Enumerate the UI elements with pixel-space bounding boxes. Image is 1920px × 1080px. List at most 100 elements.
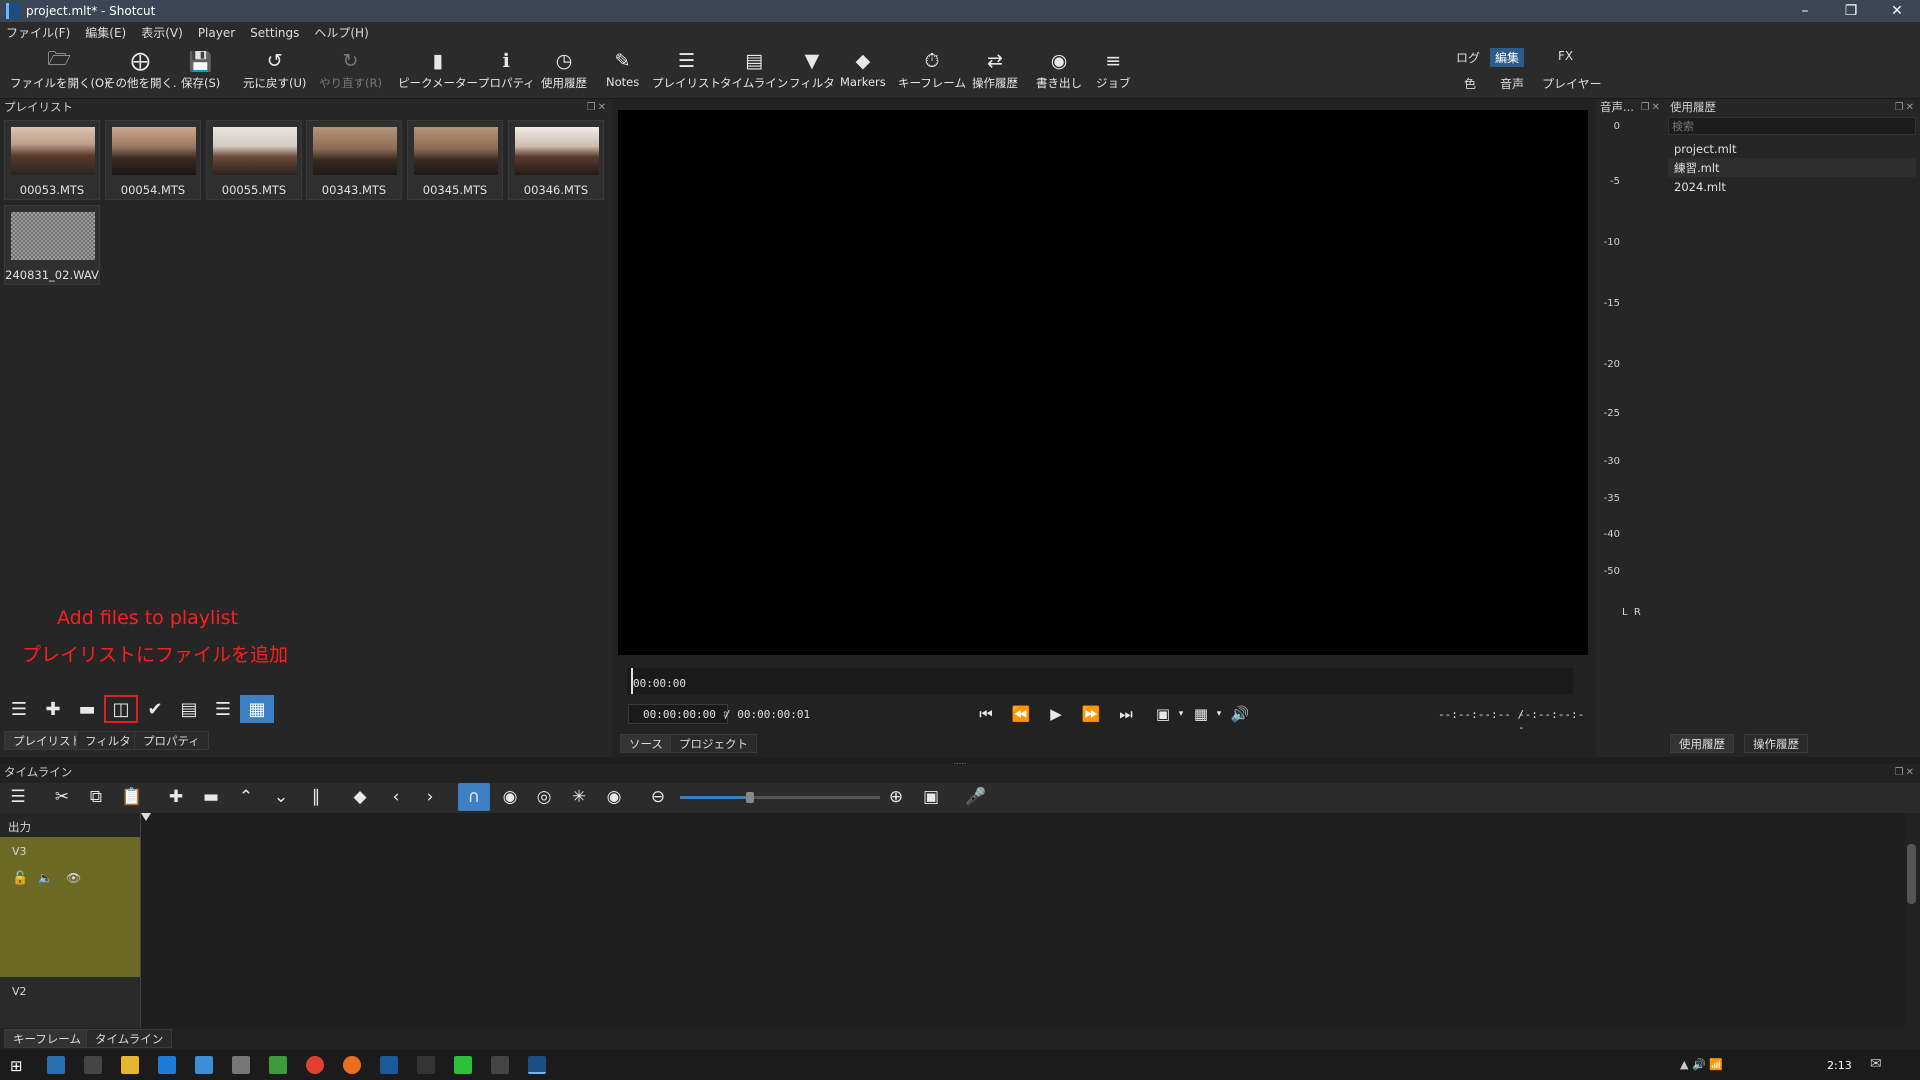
keyframes-button[interactable]: ⏱ キーフレーム xyxy=(898,47,966,91)
tab-source[interactable]: ソース xyxy=(620,734,672,753)
tab-properties[interactable]: プロパティ xyxy=(134,731,209,750)
playlist-item[interactable]: 00053.MTS xyxy=(4,120,100,200)
skip-to-start-icon[interactable]: ⏮ xyxy=(971,700,1001,728)
splitter-handle[interactable]: ..... xyxy=(950,757,970,766)
skip-to-end-icon[interactable]: ⏭ xyxy=(1111,700,1141,728)
timeline-menu-icon[interactable]: ☰ xyxy=(2,783,34,811)
add-files-icon[interactable]: ◫ xyxy=(104,695,138,723)
marker-icon[interactable]: ◆ xyxy=(344,783,376,811)
list-item[interactable]: 2024.mlt xyxy=(1668,177,1916,196)
zoom-fit-icon[interactable]: ▣ xyxy=(915,783,947,811)
playlist-item[interactable]: 00345.MTS xyxy=(407,120,503,200)
video-preview[interactable] xyxy=(618,110,1588,655)
terminal-icon[interactable] xyxy=(84,1056,102,1074)
workspace-audio[interactable]: 音声 xyxy=(1495,74,1529,93)
jobs-button[interactable]: ≡ ジョブ xyxy=(1096,47,1131,91)
playlist-item[interactable]: 00343.MTS xyxy=(306,120,402,200)
open-other-button[interactable]: ⨁ その他を開く. xyxy=(104,47,177,91)
player-timeline-ruler[interactable]: 00:00:00 xyxy=(627,668,1573,694)
zoom-app-icon[interactable] xyxy=(380,1056,398,1074)
filters-button[interactable]: ▼ フィルタ xyxy=(789,47,835,91)
microphone-icon[interactable]: 🎤 xyxy=(960,783,992,811)
icon-view-icon[interactable]: ▦ xyxy=(240,695,274,723)
track-header-v3[interactable]: V3 🔓 🔈 👁 xyxy=(0,837,140,977)
tab-history[interactable]: 操作履歴 xyxy=(1744,734,1808,753)
calculator-icon[interactable] xyxy=(232,1056,250,1074)
details-view-icon[interactable]: ▤ xyxy=(172,695,206,723)
next-marker-icon[interactable]: › xyxy=(414,783,446,811)
panel-controls-icon[interactable]: ❐✕ xyxy=(1641,102,1666,113)
menu-file[interactable]: ファイル(F) xyxy=(6,24,70,41)
panel-controls-icon[interactable]: ❐✕ xyxy=(587,102,612,113)
split-icon[interactable]: ∥ xyxy=(300,783,332,811)
tab-keyframes[interactable]: キーフレーム xyxy=(4,1029,90,1048)
previous-marker-icon[interactable]: ‹ xyxy=(380,783,412,811)
ripple-markers-icon[interactable]: ◉ xyxy=(598,783,630,811)
peak-meter-button[interactable]: ▮ ピークメーター xyxy=(398,47,478,91)
firefox-icon[interactable] xyxy=(343,1056,361,1074)
task-view-icon[interactable] xyxy=(47,1056,65,1074)
volume-icon[interactable]: 🔊 xyxy=(1225,700,1255,728)
playlist-button[interactable]: ☰ プレイリスト xyxy=(652,47,721,91)
list-item[interactable]: project.mlt xyxy=(1668,139,1916,158)
playlist-item[interactable]: 00054.MTS xyxy=(105,120,201,200)
notifications-icon[interactable]: ✉ xyxy=(1870,1056,1882,1072)
recent-search-input[interactable] xyxy=(1668,117,1916,135)
system-tray-icons[interactable]: ▲ 🔊 📶 xyxy=(1680,1058,1723,1071)
checkmark-icon[interactable]: ✔ xyxy=(138,695,172,723)
cut-icon[interactable]: ✂ xyxy=(46,783,78,811)
app-icon[interactable] xyxy=(269,1056,287,1074)
export-button[interactable]: ◉ 書き出し xyxy=(1036,47,1082,91)
playlist-item[interactable]: 00055.MTS xyxy=(206,120,302,200)
ripple-icon[interactable]: ◎ xyxy=(528,783,560,811)
mute-icon[interactable]: 🔈 xyxy=(38,871,53,885)
properties-button[interactable]: ℹ プロパティ xyxy=(478,47,535,91)
eye-icon[interactable]: 👁 xyxy=(66,871,81,885)
lock-icon[interactable]: 🔓 xyxy=(12,871,28,886)
paste-icon[interactable]: 📋 xyxy=(116,783,148,811)
close-button[interactable]: ✕ xyxy=(1874,0,1920,22)
line-icon[interactable] xyxy=(454,1056,472,1074)
playlist-item[interactable]: 00346.MTS xyxy=(508,120,604,200)
file-explorer-icon[interactable] xyxy=(121,1056,139,1074)
playlist-menu-icon[interactable]: ☰ xyxy=(2,695,36,723)
zoom-slider-handle[interactable] xyxy=(746,792,754,803)
copy-icon[interactable]: ⧉ xyxy=(80,783,112,811)
workspace-color[interactable]: 色 xyxy=(1459,74,1481,93)
edge-icon[interactable] xyxy=(158,1056,176,1074)
history-button[interactable]: ⇄ 操作履歴 xyxy=(972,47,1018,91)
lift-icon[interactable]: ⌃ xyxy=(230,783,262,811)
append-icon[interactable]: ✚ xyxy=(160,783,192,811)
restore-button[interactable]: ❐ xyxy=(1828,0,1874,22)
mail-icon[interactable] xyxy=(195,1056,213,1074)
workspace-edit[interactable]: 編集 xyxy=(1490,48,1525,67)
redo-button[interactable]: ↻ やり直す(R) xyxy=(319,47,382,91)
overwrite-icon[interactable]: ⌄ xyxy=(265,783,297,811)
recent-button[interactable]: ◷ 使用履歴 xyxy=(541,47,587,91)
chrome-icon[interactable] xyxy=(306,1056,324,1074)
menu-settings[interactable]: Settings xyxy=(250,26,299,40)
open-file-button[interactable]: 🗁 ファイルを開く(O) xyxy=(10,47,109,91)
rewind-icon[interactable]: ⏪ xyxy=(1006,700,1036,728)
panel-controls-icon[interactable]: ❐✕ xyxy=(1895,767,1920,778)
list-item[interactable]: 練習.mlt xyxy=(1668,158,1916,177)
zoom-in-icon[interactable]: ⊕ xyxy=(880,783,912,811)
shotcut-taskbar-icon[interactable] xyxy=(528,1056,546,1074)
app-icon[interactable] xyxy=(417,1056,435,1074)
tab-recent[interactable]: 使用履歴 xyxy=(1670,734,1734,753)
tab-filters[interactable]: フィルタ xyxy=(76,731,140,750)
workspace-log[interactable]: ログ xyxy=(1451,48,1485,67)
fast-forward-icon[interactable]: ⏩ xyxy=(1076,700,1106,728)
remove-icon[interactable]: ▬ xyxy=(70,695,104,723)
snap-magnet-icon[interactable]: ∩ xyxy=(458,783,490,811)
workspace-player[interactable]: プレイヤー xyxy=(1537,74,1607,93)
playlist-item[interactable]: 240831_02.WAV xyxy=(4,205,100,285)
tab-timeline[interactable]: タイムライン xyxy=(86,1029,173,1048)
zoom-slider[interactable] xyxy=(680,792,880,803)
ripple-all-icon[interactable]: ✳ xyxy=(563,783,595,811)
workspace-fx[interactable]: FX xyxy=(1553,48,1578,64)
menu-help[interactable]: ヘルプ(H) xyxy=(314,24,368,41)
timeline-button[interactable]: ▤ タイムライン xyxy=(720,47,788,91)
app-icon[interactable] xyxy=(491,1056,509,1074)
vertical-scrollbar[interactable] xyxy=(1907,844,1916,904)
